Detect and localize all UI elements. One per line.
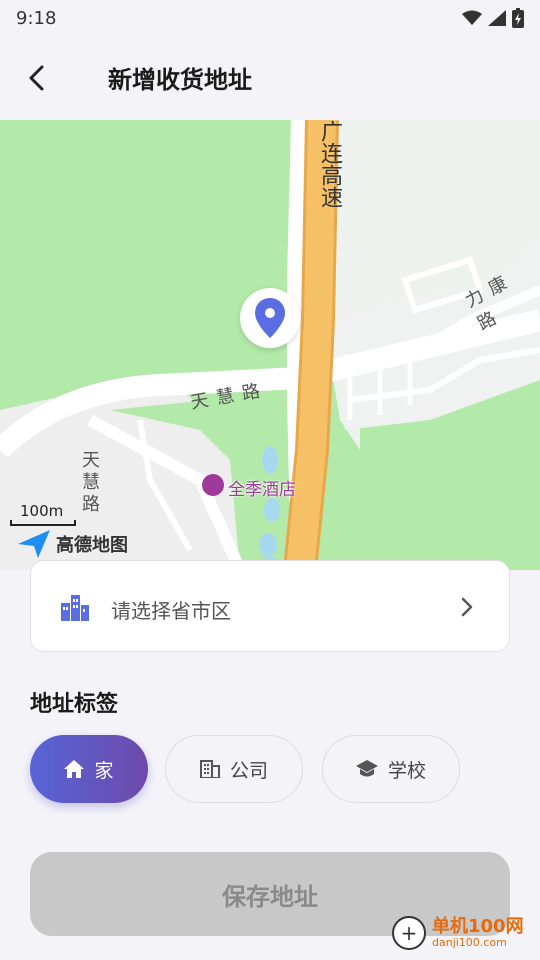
home-icon (64, 760, 85, 778)
building-icon (199, 760, 220, 778)
watermark-logo-icon: + (392, 916, 426, 950)
battery-icon (512, 8, 524, 28)
chevron-left-icon (29, 65, 44, 91)
tag-company-label: 公司 (229, 759, 268, 782)
map-logo: 高德地图 (18, 530, 128, 558)
app-bar: 新增收货地址 (0, 36, 540, 120)
tag-company-button[interactable]: 公司 (165, 735, 303, 803)
status-time: 9:18 (16, 7, 57, 29)
tag-school-button[interactable]: 学校 (322, 735, 460, 803)
tag-home-label: 家 (94, 759, 114, 782)
hotel-poi-label[interactable]: 全季酒店 (228, 475, 296, 500)
location-pin[interactable] (240, 288, 300, 348)
map-road-label-highway: 广连高速 (317, 120, 342, 208)
map-logo-text: 高德地图 (56, 535, 128, 556)
city-buildings-icon (61, 595, 89, 621)
map-scale-label: 100m (20, 502, 64, 520)
wifi-icon (462, 10, 482, 25)
map-scale: 100m (10, 502, 76, 526)
map-road-label-tianhui-vertical: 天慧路 (79, 450, 100, 516)
map-view[interactable]: 广连高速 天慧路 力康路 天慧路 全季酒店 100m 高德地图 (0, 120, 540, 570)
school-icon (355, 760, 378, 777)
watermark-url: danji100.com (432, 935, 507, 949)
tag-school-label: 学校 (387, 759, 426, 782)
amap-logo-icon (18, 530, 50, 558)
status-icons (462, 8, 524, 28)
region-selector[interactable]: 请选择省市区 (30, 560, 510, 652)
status-bar: 9:18 (0, 0, 540, 36)
tag-home-button[interactable]: 家 (30, 735, 148, 803)
watermark: + 单机100网 danji100.com (392, 916, 524, 950)
location-pin-icon (255, 298, 285, 338)
page-title: 新增收货地址 (108, 66, 252, 94)
hotel-poi-icon (202, 474, 224, 496)
watermark-cn: 单机100网 (432, 916, 524, 938)
back-button[interactable] (18, 58, 54, 98)
address-tag-heading: 地址标签 (30, 692, 119, 717)
watermark-text: 单机100网 danji100.com (432, 917, 524, 949)
signal-icon (488, 10, 506, 26)
chevron-right-icon (461, 597, 473, 617)
region-placeholder: 请选择省市区 (111, 599, 231, 623)
map-scale-bar (10, 520, 76, 526)
